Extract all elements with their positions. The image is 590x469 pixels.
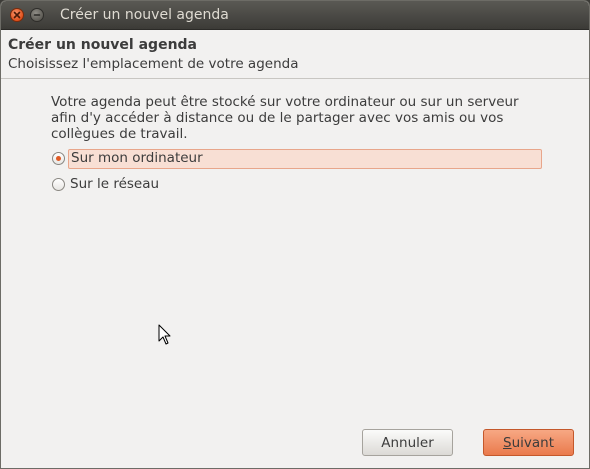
- option-label[interactable]: Sur le réseau: [68, 175, 159, 195]
- cancel-button[interactable]: Annuler: [362, 429, 453, 456]
- close-icon: [13, 11, 21, 19]
- next-button-mnemonic: S: [503, 434, 512, 451]
- close-window-button[interactable]: [10, 8, 24, 22]
- dialog-window: Créer un nouvel agenda Créer un nouvel a…: [0, 0, 590, 469]
- description-text: Votre agenda peut être stocké sur votre …: [51, 94, 519, 142]
- option-local-computer[interactable]: Sur mon ordinateur: [51, 149, 542, 169]
- next-button[interactable]: Suivant: [483, 429, 574, 456]
- page-title: Créer un nouvel agenda: [8, 37, 197, 53]
- radio-selected-icon[interactable]: [52, 152, 65, 165]
- mouse-pointer-icon: [158, 324, 171, 345]
- minimize-icon: [33, 14, 41, 16]
- page-subtitle: Choisissez l'emplacement de votre agenda: [8, 56, 299, 72]
- minimize-window-button[interactable]: [30, 8, 44, 22]
- option-network[interactable]: Sur le réseau: [51, 175, 542, 195]
- radio-unselected-icon[interactable]: [52, 178, 65, 191]
- cancel-button-label: Annuler: [381, 434, 434, 451]
- title-bar[interactable]: Créer un nouvel agenda: [1, 1, 589, 30]
- wizard-header: Créer un nouvel agenda Choisissez l'empl…: [1, 30, 589, 79]
- next-button-label: uivant: [511, 434, 554, 451]
- option-label[interactable]: Sur mon ordinateur: [68, 149, 542, 169]
- window-title: Créer un nouvel agenda: [60, 7, 229, 23]
